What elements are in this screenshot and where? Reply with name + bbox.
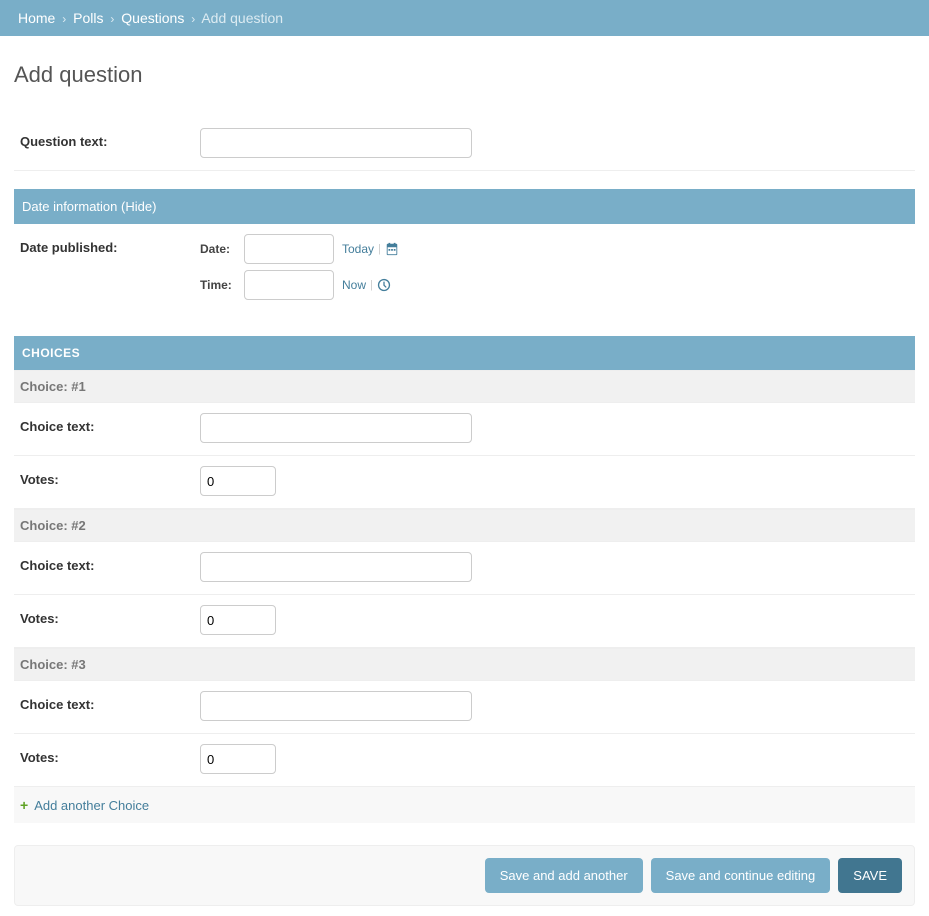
date-published-label: Date published:: [20, 234, 200, 255]
choice-text-label: Choice text:: [20, 413, 200, 434]
date-information-section: Date information (Hide) Date published: …: [14, 189, 915, 326]
choice-2-text-input[interactable]: [200, 552, 472, 582]
choice-text-label: Choice text:: [20, 552, 200, 573]
question-text-input[interactable]: [200, 128, 472, 158]
choice-1-text-input[interactable]: [200, 413, 472, 443]
date-published-date-input[interactable]: [244, 234, 334, 264]
breadcrumb: Home › Polls › Questions › Add question: [0, 0, 929, 36]
today-shortcut[interactable]: Today: [342, 242, 374, 256]
time-sub-label: Time:: [200, 278, 244, 292]
choice-heading-1: Choice: #1: [14, 370, 915, 403]
breadcrumb-questions[interactable]: Questions: [121, 10, 184, 26]
choice-text-label: Choice text:: [20, 691, 200, 712]
now-shortcut[interactable]: Now: [342, 278, 366, 292]
breadcrumb-sep: ›: [107, 12, 117, 26]
votes-label: Votes:: [20, 744, 200, 765]
breadcrumb-sep: ›: [59, 12, 69, 26]
choice-3-votes-input[interactable]: [200, 744, 276, 774]
breadcrumb-polls[interactable]: Polls: [73, 10, 103, 26]
plus-icon: +: [20, 797, 28, 813]
breadcrumb-home[interactable]: Home: [18, 10, 55, 26]
date-info-hide-toggle[interactable]: (Hide): [121, 199, 156, 214]
breadcrumb-sep: ›: [188, 12, 198, 26]
submit-row: Save and add another Save and continue e…: [14, 845, 915, 906]
add-another-choice-link[interactable]: Add another Choice: [34, 798, 149, 813]
date-published-time-input[interactable]: [244, 270, 334, 300]
breadcrumb-current: Add question: [201, 10, 283, 26]
choices-section: CHOICES Choice: #1 Choice text: Votes: C…: [14, 336, 915, 823]
save-and-add-another-button[interactable]: Save and add another: [485, 858, 643, 893]
votes-label: Votes:: [20, 466, 200, 487]
choices-section-title: CHOICES: [14, 336, 915, 370]
page-title: Add question: [14, 62, 915, 88]
pipe: |: [374, 243, 385, 255]
pipe: |: [366, 279, 377, 291]
save-and-continue-editing-button[interactable]: Save and continue editing: [651, 858, 831, 893]
choice-heading-2: Choice: #2: [14, 509, 915, 542]
date-info-title: Date information: [22, 199, 117, 214]
votes-label: Votes:: [20, 605, 200, 626]
clock-icon[interactable]: [377, 278, 391, 292]
calendar-icon[interactable]: [385, 242, 399, 256]
date-sub-label: Date:: [200, 242, 244, 256]
choice-3-text-input[interactable]: [200, 691, 472, 721]
choice-heading-3: Choice: #3: [14, 648, 915, 681]
choice-1-votes-input[interactable]: [200, 466, 276, 496]
question-text-label: Question text:: [20, 128, 200, 149]
save-button[interactable]: SAVE: [838, 858, 902, 893]
choice-2-votes-input[interactable]: [200, 605, 276, 635]
